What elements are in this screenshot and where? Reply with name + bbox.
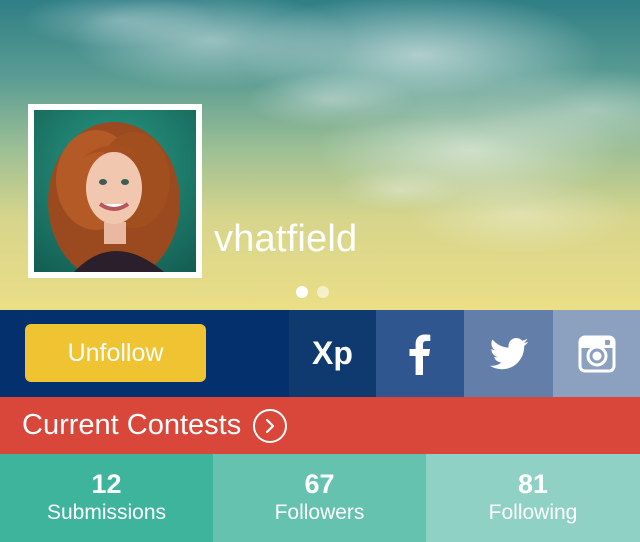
action-bar: Unfollow Xp bbox=[0, 310, 640, 397]
following-stat[interactable]: 81 Following bbox=[426, 454, 640, 542]
carousel-dot-active[interactable] bbox=[296, 286, 308, 298]
person-portrait-icon bbox=[34, 110, 196, 272]
username: vhatfield bbox=[214, 218, 358, 260]
instagram-button[interactable] bbox=[553, 310, 640, 397]
twitter-button[interactable] bbox=[464, 310, 553, 397]
following-label: Following bbox=[488, 501, 578, 524]
contests-label: Current Contests bbox=[22, 409, 242, 441]
following-count: 81 bbox=[517, 469, 549, 499]
followers-stat[interactable]: 67 Followers bbox=[213, 454, 426, 542]
avatar-photo bbox=[34, 110, 196, 272]
carousel-indicator[interactable] bbox=[296, 286, 329, 298]
xp-button[interactable]: Xp bbox=[289, 310, 376, 397]
xp-label: Xp bbox=[312, 335, 353, 371]
profile-header: vhatfield bbox=[0, 0, 640, 310]
twitter-icon bbox=[489, 337, 528, 369]
unfollow-button[interactable]: Unfollow bbox=[25, 324, 206, 382]
followers-label: Followers bbox=[274, 501, 365, 524]
facebook-button[interactable] bbox=[376, 310, 464, 397]
carousel-dot[interactable] bbox=[317, 286, 329, 298]
current-contests-link[interactable]: Current Contests bbox=[0, 397, 640, 454]
submissions-stat[interactable]: 12 Submissions bbox=[0, 454, 213, 542]
submissions-count: 12 bbox=[91, 469, 122, 499]
submissions-label: Submissions bbox=[46, 501, 167, 524]
followers-count: 67 bbox=[304, 469, 335, 499]
facebook-icon bbox=[409, 334, 431, 375]
stats-bar: 12 Submissions 67 Followers 81 Following bbox=[0, 454, 640, 542]
instagram-icon bbox=[578, 335, 615, 372]
avatar[interactable] bbox=[28, 104, 202, 278]
chevron-right-circle-icon bbox=[253, 408, 288, 443]
